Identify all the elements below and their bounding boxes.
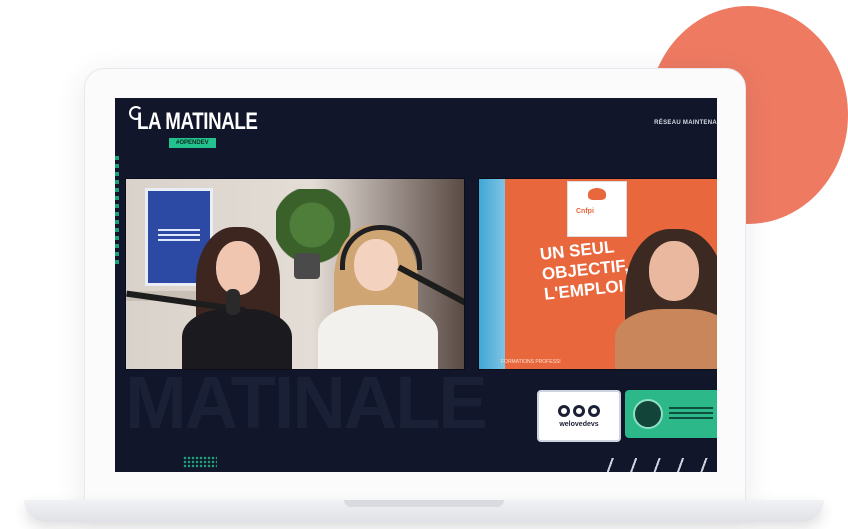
laptop-notch [344, 500, 504, 507]
sponsor-welovedevs[interactable]: welovedevs [537, 390, 621, 442]
decorative-dots [183, 456, 217, 468]
microphone-icon [226, 289, 240, 315]
laptop-screen: LA MATINALE #OPENDEV RÉSEAU MAINTENA Cnf… [115, 98, 717, 472]
video-feed-studio[interactable] [125, 178, 465, 370]
banner-logo: Cnfpi [567, 181, 627, 237]
nav-item-network[interactable]: RÉSEAU MAINTENA [654, 120, 717, 126]
brand-logo[interactable]: LA MATINALE #OPENDEV [129, 106, 291, 148]
brand-title: LA MATINALE [137, 108, 258, 135]
guest [615, 309, 717, 369]
welovedevs-logo-icon [558, 404, 600, 417]
sponsor-badge[interactable] [625, 390, 717, 438]
video-feed-guest[interactable]: Cnfpi UN SEUL OBJECTIF, L'EMPLOI FORMATI… [478, 178, 717, 370]
background-watermark: MATINALE [125, 361, 488, 444]
banner-slogan: UN SEUL OBJECTIF, L'EMPLOI [539, 237, 630, 304]
decorative-dashes [115, 156, 119, 266]
sponsor-logo-icon [633, 399, 663, 429]
logo-icon [588, 188, 606, 200]
brand-subtitle: #OPENDEV [169, 138, 216, 148]
decorative-ticks [599, 458, 717, 472]
